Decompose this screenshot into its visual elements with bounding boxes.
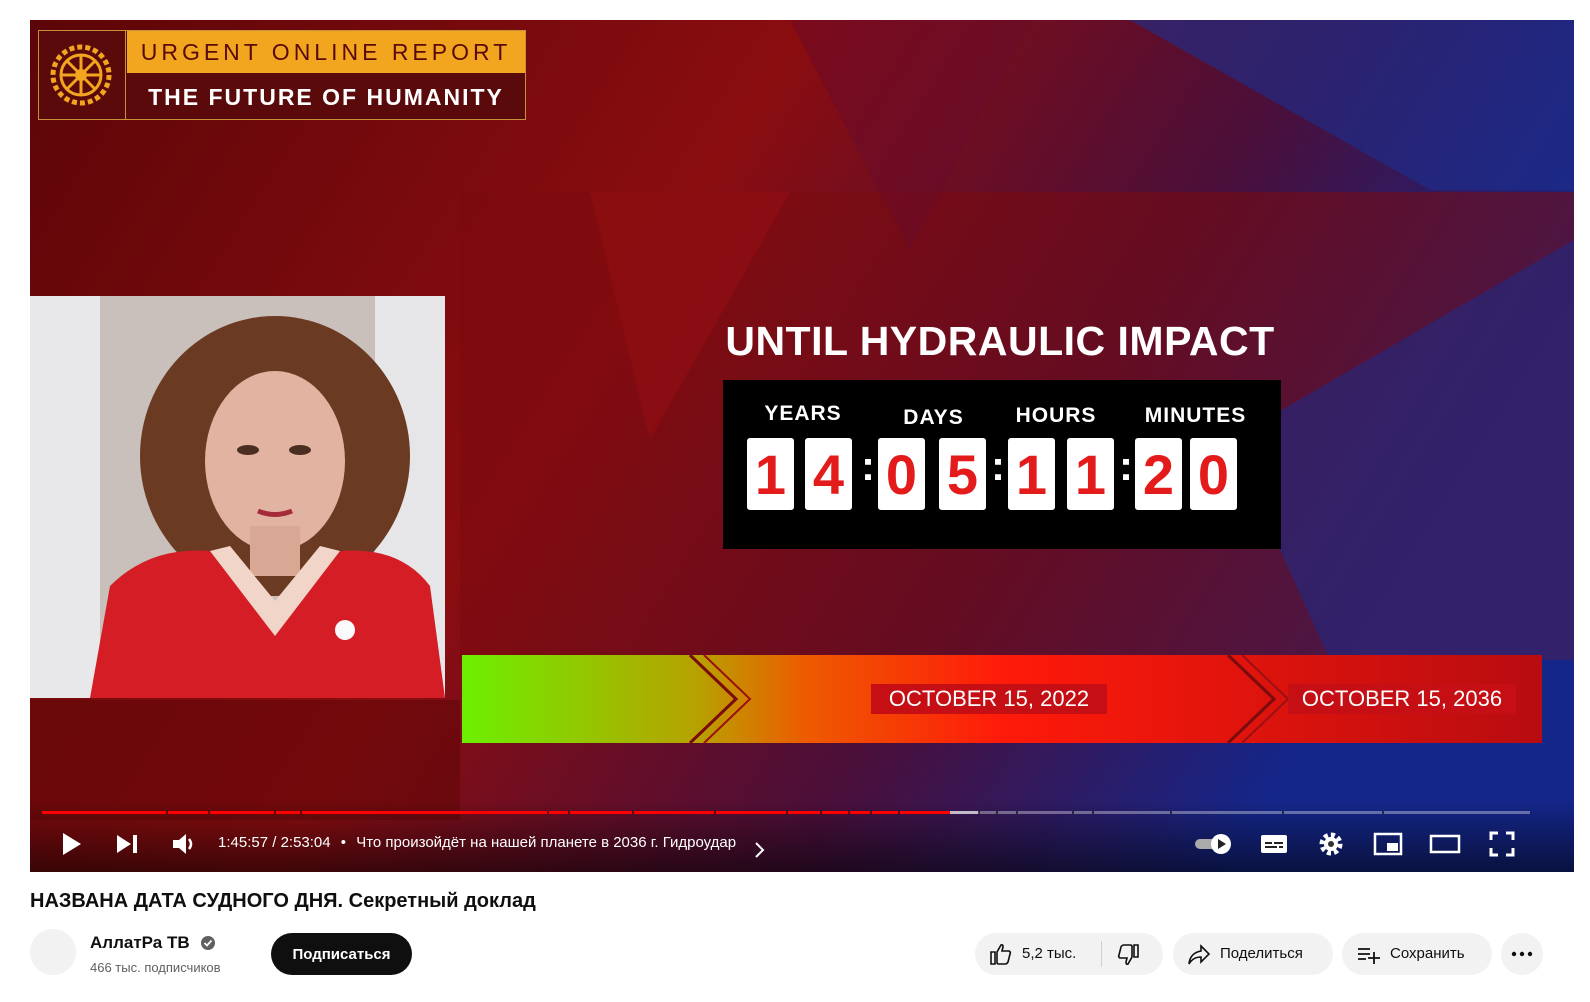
save-button[interactable]: Сохранить <box>1342 933 1492 975</box>
thumbs-down-icon[interactable] <box>1116 944 1140 966</box>
countdown-digit: 4 <box>805 438 852 510</box>
chapter-marker <box>978 811 980 814</box>
subscriber-count: 466 тыс. подписчиков <box>90 960 221 975</box>
chapter-marker <box>820 811 822 814</box>
chapter-marker <box>1072 811 1074 814</box>
countdown-label-hours: HOURS <box>1015 404 1097 427</box>
chapter-marker <box>870 811 872 814</box>
chapter-marker <box>714 811 716 814</box>
miniplayer-icon[interactable] <box>1373 830 1403 858</box>
chapter-marker <box>848 811 850 814</box>
chapter-marker <box>1092 811 1094 814</box>
progress-played <box>42 811 950 814</box>
more-actions-button[interactable] <box>1501 933 1543 975</box>
time-display: 1:45:57 / 2:53:04 • Что произойдёт на на… <box>218 834 736 851</box>
countdown-label-years: YEARS <box>764 402 842 425</box>
like-dislike-group: 5,2 тыс. <box>975 933 1163 975</box>
countdown-digit: 2 <box>1135 438 1182 510</box>
countdown-digit: 1 <box>1067 438 1114 510</box>
progress-buffered <box>949 811 980 814</box>
presenter-image <box>30 296 445 698</box>
chapter-marker <box>1016 811 1018 814</box>
subtitles-icon[interactable] <box>1259 830 1289 858</box>
like-count[interactable]: 5,2 тыс. <box>1022 945 1076 962</box>
chapter-title[interactable]: Что произойдёт на нашей планете в 2036 г… <box>356 834 736 851</box>
channel-name[interactable]: АллатРа ТВ <box>90 933 190 953</box>
badge-urgent-label: URGENT ONLINE REPORT <box>127 31 525 73</box>
current-time: 1:45:57 <box>218 834 269 851</box>
settings-gear-icon[interactable] <box>1317 830 1345 858</box>
countdown-digit: 0 <box>1190 438 1237 510</box>
rotary-wheel-icon <box>50 44 112 106</box>
countdown-label-minutes: MINUTES <box>1144 404 1247 427</box>
chapter-marker <box>898 811 900 814</box>
presenter-video-inset <box>30 296 445 698</box>
progress-bar[interactable] <box>42 811 1530 814</box>
countdown-separator: : <box>991 442 1005 489</box>
autoplay-toggle[interactable] <box>1193 830 1235 858</box>
chapter-marker <box>300 811 302 814</box>
countdown-digit: 1 <box>1008 438 1055 510</box>
play-icon[interactable] <box>60 830 84 858</box>
report-badge: URGENT ONLINE REPORT THE FUTURE OF HUMAN… <box>38 30 526 120</box>
volume-icon[interactable] <box>170 830 198 858</box>
chapter-dot: • <box>340 834 347 851</box>
timeline-start-date: OCTOBER 15, 2022 <box>871 684 1107 714</box>
channel-avatar[interactable] <box>30 929 76 975</box>
countdown-digit: 1 <box>747 438 794 510</box>
chevron-right-icon[interactable] <box>753 836 767 864</box>
share-label: Поделиться <box>1220 945 1303 962</box>
next-icon[interactable] <box>114 830 140 858</box>
save-label: Сохранить <box>1390 945 1465 962</box>
countdown-label-days: DAYS <box>903 406 964 429</box>
chapter-marker <box>786 811 788 814</box>
theater-mode-icon[interactable] <box>1429 830 1461 858</box>
fullscreen-icon[interactable] <box>1488 830 1516 858</box>
video-player[interactable]: URGENT ONLINE REPORT THE FUTURE OF HUMAN… <box>30 20 1574 872</box>
subscribe-button[interactable]: Подписаться <box>271 933 412 975</box>
chapter-marker <box>1170 811 1172 814</box>
chapter-marker <box>274 811 276 814</box>
chapter-marker <box>632 811 634 814</box>
badge-future-label: THE FUTURE OF HUMANITY <box>148 84 504 110</box>
save-playlist-icon <box>1358 948 1380 964</box>
duration: 2:53:04 <box>280 834 331 851</box>
time-separator: / <box>272 834 277 851</box>
countdown-headline: UNTIL HYDRAULIC IMPACT <box>725 318 1275 364</box>
countdown-separator: : <box>861 442 875 489</box>
chapter-marker <box>166 811 168 814</box>
like-divider <box>1101 941 1102 967</box>
chapter-marker <box>996 811 998 814</box>
countdown-digit: 0 <box>878 438 925 510</box>
countdown-separator: : <box>1119 442 1133 489</box>
rotary-logo <box>39 31 126 119</box>
chapter-marker <box>1282 811 1284 814</box>
more-dots-icon <box>1511 951 1533 957</box>
chapter-marker <box>208 811 210 814</box>
share-arrow-icon <box>1188 944 1211 965</box>
verified-icon <box>201 936 215 950</box>
chapter-marker <box>568 811 570 814</box>
share-button[interactable]: Поделиться <box>1173 933 1333 975</box>
countdown-digit: 5 <box>939 438 986 510</box>
thumbs-up-icon[interactable] <box>989 943 1013 965</box>
countdown-display: YEARS DAYS HOURS MINUTES 1 4 : 0 5 : 1 1… <box>723 380 1281 549</box>
chapter-marker <box>1382 811 1384 814</box>
timeline-end-date: OCTOBER 15, 2036 <box>1288 684 1516 714</box>
chapter-marker <box>547 811 549 814</box>
video-title: НАЗВАНА ДАТА СУДНОГО ДНЯ. Секретный докл… <box>30 890 536 912</box>
